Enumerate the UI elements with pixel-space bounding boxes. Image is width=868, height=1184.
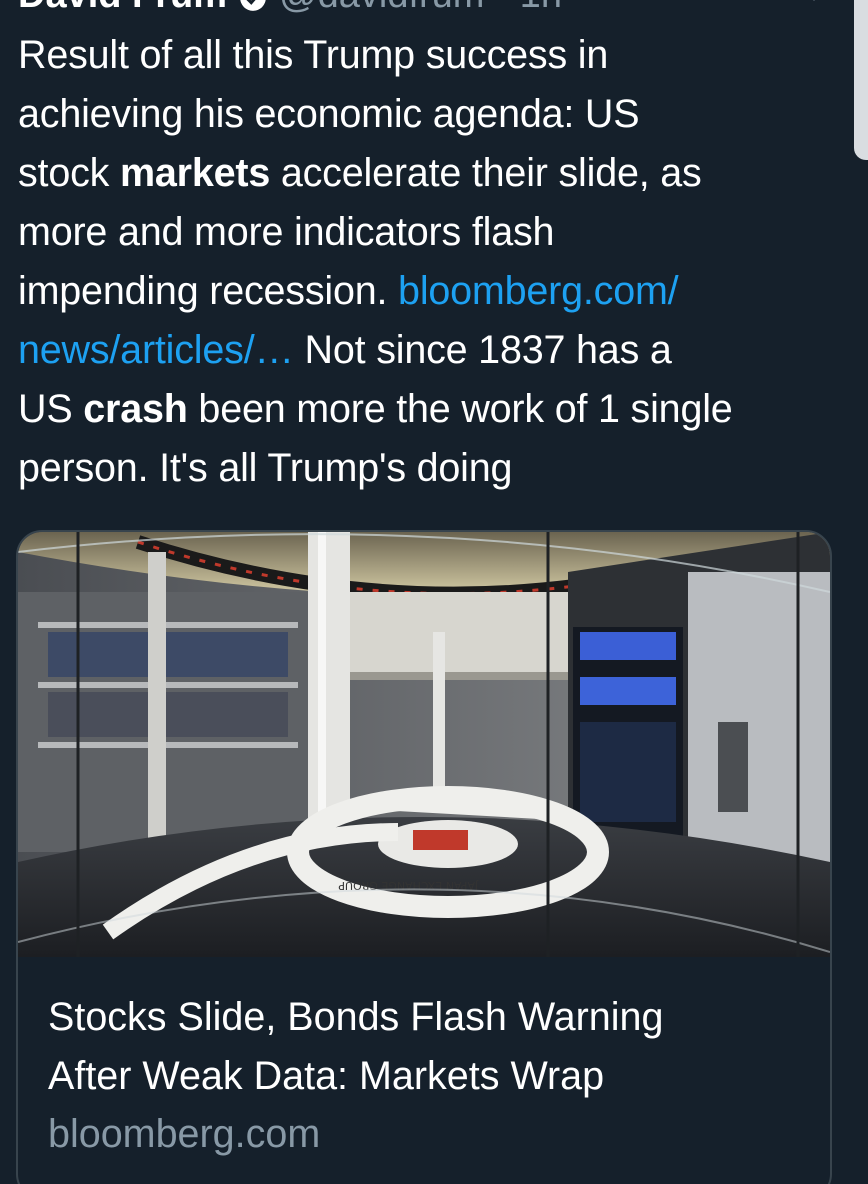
tweet-text: Result of all this Trump success in achi… bbox=[18, 26, 838, 498]
tweet-header: David Frum @davidfrum · 1h bbox=[18, 0, 562, 14]
tweet-text-line: stock markets accelerate their slide, as bbox=[18, 151, 702, 195]
tweet-timestamp: · 1h bbox=[496, 0, 561, 14]
author-name[interactable]: David Frum bbox=[18, 0, 227, 14]
article-link[interactable]: bloomberg.com/ bbox=[398, 269, 679, 313]
author-handle[interactable]: @davidfrum bbox=[279, 0, 484, 14]
tweet-detail-screen: David Frum @davidfrum · 1h Result of all… bbox=[0, 0, 868, 1184]
scrollbar-thumb[interactable] bbox=[854, 0, 868, 160]
tweet-text-line: US crash been more the work of 1 single bbox=[18, 387, 733, 431]
verified-badge-icon bbox=[240, 0, 266, 11]
chevron-down-icon[interactable] bbox=[804, 0, 824, 6]
card-image[interactable]: JAPAN EXCHANGE GROUP bbox=[18, 532, 830, 957]
tweet-text-line: more and more indicators flash bbox=[18, 210, 555, 254]
article-link[interactable]: news/articles/… bbox=[18, 328, 294, 372]
highlighted-keyword: crash bbox=[83, 387, 188, 431]
tweet-text-line: news/articles/… Not since 1837 has a bbox=[18, 328, 672, 372]
link-preview-card[interactable]: JAPAN EXCHANGE GROUP Stocks Slide, Bonds… bbox=[16, 530, 832, 1184]
card-title[interactable]: Stocks Slide, Bonds Flash Warning After … bbox=[48, 988, 808, 1106]
highlighted-keyword: markets bbox=[119, 151, 271, 195]
tweet-text-line: impending recession. bloomberg.com/ bbox=[18, 269, 679, 313]
card-domain: bloomberg.com bbox=[48, 1112, 321, 1156]
tweet-text-line: person. It's all Trump's doing bbox=[18, 446, 513, 490]
tweet-text-line: Result of all this Trump success in bbox=[18, 33, 609, 77]
tweet-text-line: achieving his economic agenda: US bbox=[18, 92, 640, 136]
stock-exchange-photo: JAPAN EXCHANGE GROUP bbox=[18, 532, 830, 957]
